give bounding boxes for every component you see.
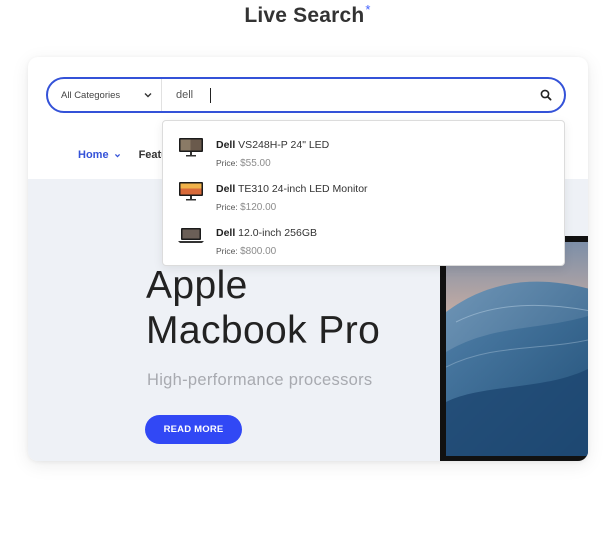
chevron-down-icon: [144, 93, 152, 98]
result-name: Dell 12.0-inch 256GB: [216, 227, 317, 239]
page-title-text: Live Search: [244, 4, 365, 27]
result-model: VS248H-P 24" LED: [235, 139, 330, 151]
result-price-value: $120.00: [240, 202, 277, 213]
wave-wallpaper: [446, 242, 588, 456]
result-price-label: Price:: [216, 158, 241, 168]
main-nav: Home Featu: [78, 149, 167, 161]
result-name: Dell VS248H-P 24" LED: [216, 139, 329, 151]
chevron-down-icon: [114, 153, 120, 157]
search-bar: All Categories: [46, 77, 566, 113]
hero-title: Apple Macbook Pro: [146, 263, 380, 353]
result-price: Price: $800.00: [216, 246, 276, 257]
result-brand: Dell: [216, 183, 236, 195]
result-item[interactable]: Dell TE310 24-inch LED Monitor Price: $1…: [163, 171, 564, 215]
nav-item-home[interactable]: Home: [78, 149, 121, 161]
read-more-button[interactable]: READ MORE: [145, 415, 242, 444]
hero-title-line1: Apple: [146, 264, 248, 307]
result-price: Price: $55.00: [216, 158, 271, 169]
result-item[interactable]: Dell 12.0-inch 256GB Price: $800.00: [163, 215, 564, 259]
monitor-icon: [179, 138, 203, 157]
laptop-image: [440, 236, 588, 461]
search-results-dropdown: Dell VS248H-P 24" LED Price: $55.00 Dell…: [162, 120, 565, 266]
hero-title-line2: Macbook Pro: [146, 309, 381, 352]
category-select[interactable]: All Categories: [48, 79, 162, 111]
search-button[interactable]: [528, 79, 564, 111]
title-asterisk: *: [365, 2, 371, 17]
result-name: Dell TE310 24-inch LED Monitor: [216, 183, 368, 195]
result-price-label: Price:: [216, 202, 241, 212]
result-brand: Dell: [216, 227, 236, 239]
result-price-value: $55.00: [240, 158, 271, 169]
result-price: Price: $120.00: [216, 202, 276, 213]
result-price-label: Price:: [216, 246, 241, 256]
category-label: All Categories: [61, 89, 121, 101]
monitor-icon: [179, 182, 203, 201]
laptop-icon: [178, 228, 204, 243]
result-model: 12.0-inch 256GB: [235, 227, 317, 239]
result-price-value: $800.00: [240, 246, 277, 257]
search-input[interactable]: [162, 79, 528, 111]
result-brand: Dell: [216, 139, 236, 151]
text-caret: [210, 88, 211, 103]
search-icon: [540, 89, 552, 101]
result-model: TE310 24-inch LED Monitor: [235, 183, 368, 195]
page-title: Live Search*: [0, 2, 615, 28]
nav-home-label: Home: [78, 149, 109, 161]
hero-subtitle: High-performance processors: [147, 371, 373, 389]
result-item[interactable]: Dell VS248H-P 24" LED Price: $55.00: [163, 127, 564, 171]
